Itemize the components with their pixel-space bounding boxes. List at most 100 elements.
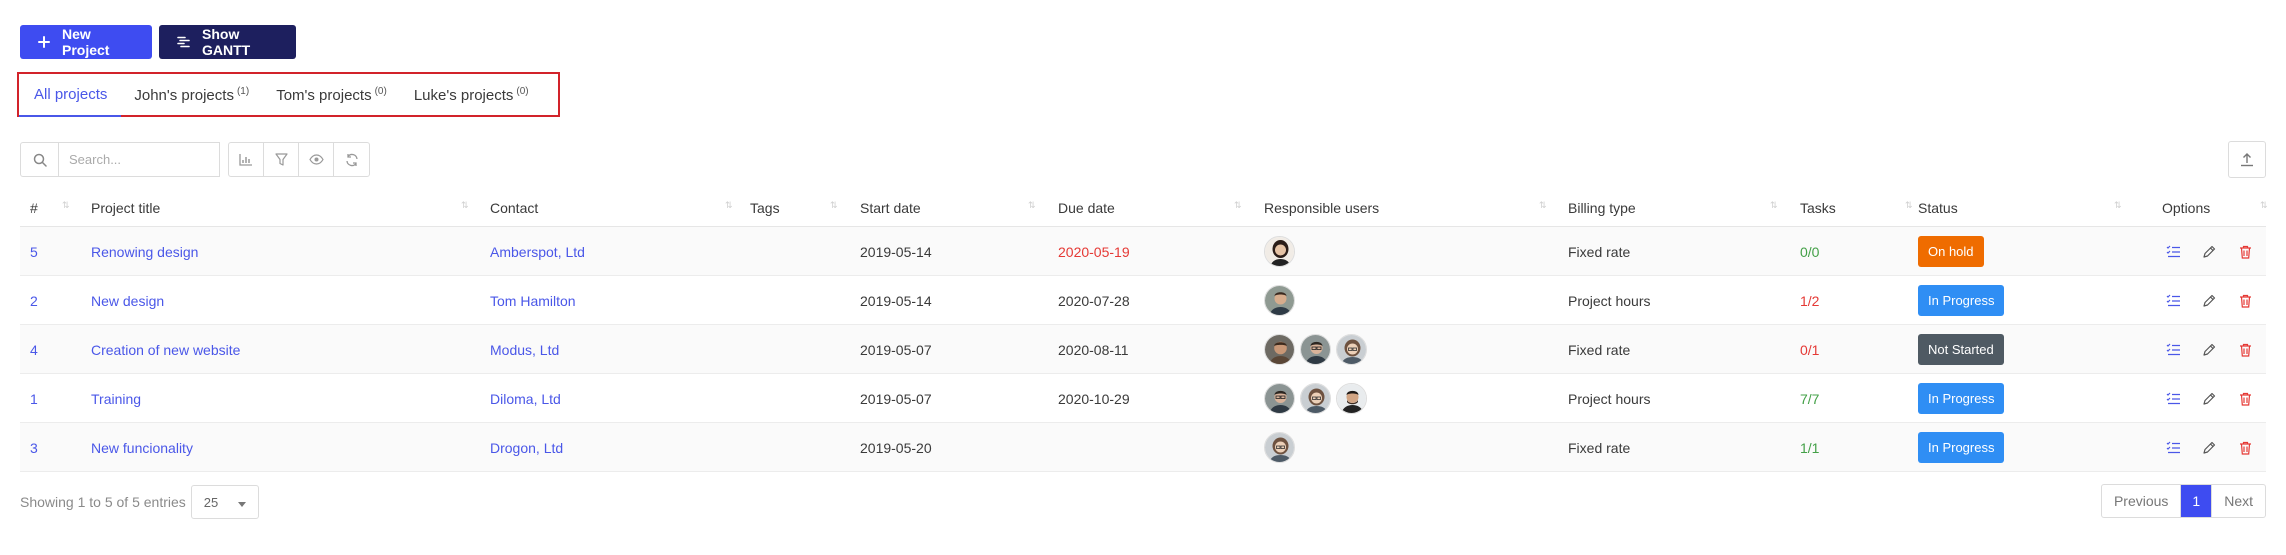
- avatar[interactable]: [1336, 334, 1367, 365]
- column-header-due-date[interactable]: Due date: [1058, 190, 1115, 227]
- due-date: 2020-05-19: [1058, 243, 1130, 260]
- search-icon: [21, 143, 59, 176]
- column-header-id[interactable]: #: [30, 190, 38, 227]
- pencil-icon[interactable]: [2200, 390, 2218, 408]
- project-contact[interactable]: Drogon, Ltd: [490, 423, 563, 472]
- task-list-icon[interactable]: [2164, 390, 2182, 408]
- sort-icon: ⇅: [1770, 200, 1777, 210]
- status-badge[interactable]: On hold: [1918, 236, 1984, 267]
- project-title[interactable]: New design: [91, 276, 164, 325]
- avatar[interactable]: [1336, 383, 1367, 414]
- eye-icon[interactable]: [299, 143, 334, 176]
- filter-icon[interactable]: [264, 143, 299, 176]
- project-id[interactable]: 5: [30, 227, 38, 276]
- task-list-icon[interactable]: [2164, 243, 2182, 261]
- tab-toms-projects[interactable]: Tom's projects (0): [276, 86, 387, 104]
- status-badge[interactable]: In Progress: [1918, 383, 2005, 414]
- row-options: [2164, 423, 2254, 472]
- status-cell: In Progress: [1918, 374, 2005, 423]
- start-date: 2019-05-20: [860, 439, 932, 456]
- tab-label: Luke's projects: [413, 86, 514, 104]
- column-header-responsible-users[interactable]: Responsible users: [1264, 190, 1379, 227]
- start-date: 2019-05-07: [860, 390, 932, 407]
- project-filter-tabs: All projects John's projects (1) Tom's pr…: [19, 74, 556, 115]
- pencil-icon[interactable]: [2200, 439, 2218, 457]
- previous-page-button[interactable]: Previous: [2102, 485, 2182, 517]
- responsible-users: [1264, 423, 1295, 472]
- task-list-icon[interactable]: [2164, 439, 2182, 457]
- pencil-icon[interactable]: [2200, 292, 2218, 310]
- project-contact[interactable]: Tom Hamilton: [490, 276, 576, 325]
- project-id[interactable]: 1: [30, 374, 38, 423]
- task-list-icon[interactable]: [2164, 292, 2182, 310]
- row-options: [2164, 374, 2254, 423]
- pencil-icon[interactable]: [2200, 243, 2218, 261]
- project-title[interactable]: Renowing design: [91, 227, 198, 276]
- table-row: 2 New design Tom Hamilton 2019-05-14 202…: [20, 276, 2266, 325]
- table-tools: [228, 142, 370, 177]
- next-page-button[interactable]: Next: [2212, 485, 2265, 517]
- column-header-start-date[interactable]: Start date: [860, 190, 921, 227]
- due-date: 2020-07-28: [1058, 292, 1130, 309]
- billing-type: Fixed rate: [1568, 439, 1631, 456]
- column-header-contact[interactable]: Contact: [490, 190, 538, 227]
- tab-lukes-projects[interactable]: Luke's projects (0): [414, 86, 529, 104]
- column-header-status[interactable]: Status: [1918, 190, 1958, 227]
- billing-type: Project hours: [1568, 390, 1651, 407]
- table-row: 4 Creation of new website Modus, Ltd 201…: [20, 325, 2266, 374]
- upload-icon[interactable]: [2228, 141, 2266, 178]
- column-header-title[interactable]: Project title: [91, 190, 160, 227]
- sort-icon: ⇅: [461, 200, 468, 210]
- trash-icon[interactable]: [2236, 341, 2254, 359]
- avatar[interactable]: [1264, 383, 1295, 414]
- task-list-icon[interactable]: [2164, 341, 2182, 359]
- avatar[interactable]: [1300, 334, 1331, 365]
- project-contact[interactable]: Modus, Ltd: [490, 325, 559, 374]
- entries-info: Showing 1 to 5 of 5 entries: [20, 494, 186, 510]
- show-gantt-button[interactable]: Show GANTT: [159, 25, 296, 59]
- status-badge[interactable]: In Progress: [1918, 432, 2005, 463]
- tab-all-projects[interactable]: All projects: [34, 86, 107, 103]
- project-title[interactable]: New funcionality: [91, 423, 193, 472]
- trash-icon[interactable]: [2236, 243, 2254, 261]
- column-header-options: Options: [2162, 200, 2211, 216]
- project-contact[interactable]: Amberspot, Ltd: [490, 227, 585, 276]
- trash-icon[interactable]: [2236, 292, 2254, 310]
- chart-icon[interactable]: [229, 143, 264, 176]
- project-filter-tabs-highlight: All projects John's projects (1) Tom's pr…: [17, 72, 560, 117]
- avatar[interactable]: [1264, 432, 1295, 463]
- project-title[interactable]: Training: [91, 374, 141, 423]
- status-badge[interactable]: In Progress: [1918, 285, 2005, 316]
- sort-icon: ⇅: [1028, 200, 1035, 210]
- plus-icon: [38, 36, 50, 48]
- project-title[interactable]: Creation of new website: [91, 325, 240, 374]
- column-header-tasks[interactable]: Tasks: [1800, 190, 1836, 227]
- avatar[interactable]: [1264, 285, 1295, 316]
- column-header-tags[interactable]: Tags: [750, 190, 780, 227]
- page-size-select[interactable]: 25: [190, 485, 259, 519]
- refresh-icon[interactable]: [334, 143, 369, 176]
- pencil-icon[interactable]: [2200, 341, 2218, 359]
- responsible-users: [1264, 325, 1367, 374]
- page-button-current[interactable]: 1: [2181, 485, 2213, 517]
- project-id[interactable]: 3: [30, 423, 38, 472]
- task-progress: 1/2: [1800, 292, 1820, 309]
- project-contact[interactable]: Diloma, Ltd: [490, 374, 561, 423]
- trash-icon[interactable]: [2236, 439, 2254, 457]
- search-input[interactable]: [59, 143, 209, 176]
- project-id[interactable]: 4: [30, 325, 38, 374]
- status-cell: In Progress: [1918, 423, 2005, 472]
- avatar[interactable]: [1264, 236, 1295, 267]
- new-project-button[interactable]: New Project: [20, 25, 152, 59]
- start-date: 2019-05-14: [860, 292, 932, 309]
- trash-icon[interactable]: [2236, 390, 2254, 408]
- column-header-billing-type[interactable]: Billing type: [1568, 190, 1636, 227]
- top-toolbar: New Project Show GANTT: [20, 25, 296, 59]
- tab-johns-projects[interactable]: John's projects (1): [134, 86, 249, 104]
- billing-type: Fixed rate: [1568, 341, 1631, 358]
- avatar[interactable]: [1300, 383, 1331, 414]
- avatar[interactable]: [1264, 334, 1295, 365]
- project-id[interactable]: 2: [30, 276, 38, 325]
- status-badge[interactable]: Not Started: [1918, 334, 2004, 365]
- chevron-down-icon: [237, 495, 246, 510]
